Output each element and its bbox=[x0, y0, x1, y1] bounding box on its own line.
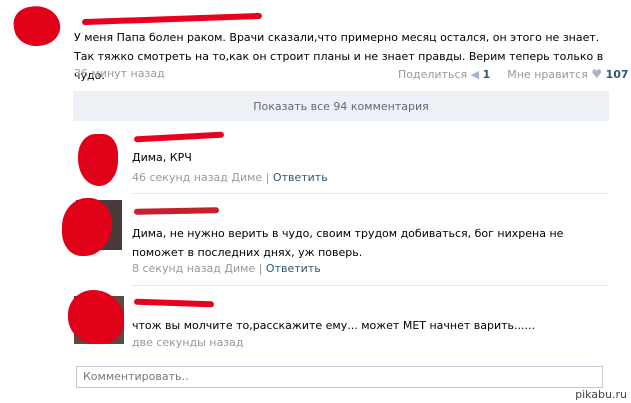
comment-avatar[interactable] bbox=[78, 134, 118, 186]
like-count: 107 bbox=[605, 68, 629, 81]
comment-author-name[interactable] bbox=[133, 131, 225, 143]
comment-author-name[interactable] bbox=[133, 298, 215, 308]
comment-time[interactable]: 46 секунд назад Диме bbox=[132, 171, 262, 184]
comment-meta-separator: | bbox=[265, 171, 270, 184]
comment-author-name[interactable] bbox=[133, 207, 220, 215]
reply-button[interactable]: Ответить bbox=[266, 262, 321, 275]
comment-input-placeholder: Комментировать.. bbox=[83, 370, 189, 383]
comment-text: Дима, КРЧ bbox=[132, 151, 192, 164]
reply-button[interactable]: Ответить bbox=[273, 171, 328, 184]
comment-meta: 8 секунд назад Диме | Ответить bbox=[132, 262, 321, 275]
comment-meta: 46 секунд назад Диме | Ответить bbox=[132, 171, 328, 184]
watermark-text: pikabu.ru bbox=[575, 388, 627, 401]
comment-input[interactable]: Комментировать.. bbox=[76, 366, 603, 388]
show-all-comments-label: Показать все 94 комментария bbox=[253, 99, 429, 113]
comment-time[interactable]: две секунды назад bbox=[132, 336, 243, 349]
comment-meta-separator: | bbox=[258, 262, 263, 275]
post-author-name[interactable] bbox=[81, 12, 263, 26]
heart-icon[interactable]: ♥ bbox=[591, 67, 602, 81]
comment-divider bbox=[132, 285, 609, 286]
comment-text: Дима, не нужно верить в чудо, своим труд… bbox=[132, 227, 564, 259]
comment-divider bbox=[132, 193, 609, 194]
share-count: 1 bbox=[482, 68, 491, 81]
post-author-avatar[interactable] bbox=[11, 2, 63, 50]
post-actions: Поделиться ◀ 1 Мне нравится ♥ 107 bbox=[398, 67, 629, 81]
share-button[interactable]: Поделиться bbox=[398, 68, 467, 81]
comment-time[interactable]: 8 секунд назад Диме bbox=[132, 262, 255, 275]
post-time[interactable]: 36 минут назад bbox=[74, 67, 165, 80]
comment-text: чтож вы молчите то,расскажите ему... мож… bbox=[132, 319, 536, 332]
show-all-comments-button[interactable]: Показать все 94 комментария bbox=[73, 91, 609, 121]
like-button[interactable]: Мне нравится bbox=[507, 68, 588, 81]
megaphone-icon[interactable]: ◀ bbox=[471, 68, 479, 81]
